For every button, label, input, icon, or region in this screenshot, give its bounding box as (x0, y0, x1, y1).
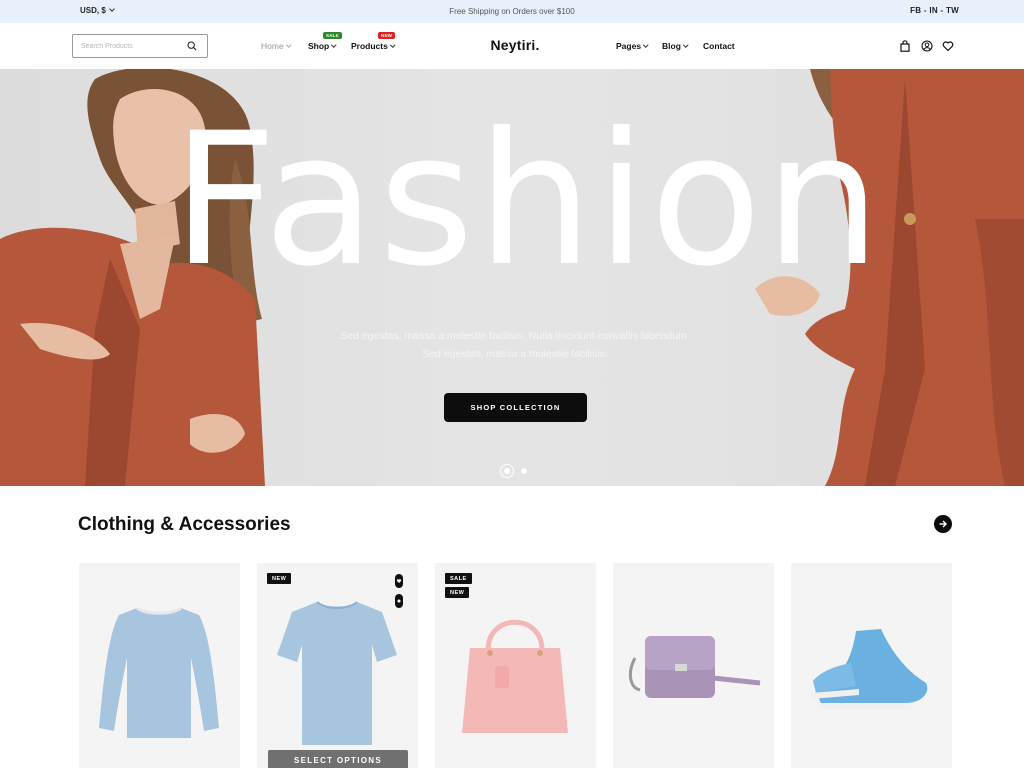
wishlist-button[interactable] (395, 574, 403, 588)
chevron-down-icon (643, 42, 649, 47)
select-options-button[interactable]: SELECT OPTIONS (268, 750, 408, 768)
pink-handbag-image (462, 619, 568, 733)
purple-crossbody-bag-image (628, 636, 761, 698)
sale-badge: SALE (445, 573, 472, 584)
product-card[interactable]: NEW SELECT OPTIONS (257, 563, 418, 768)
slider-dot-active-inner (504, 468, 510, 474)
blue-sneakers-image (811, 629, 928, 709)
heart-icon (396, 579, 402, 583)
shipping-notice: Free Shipping on Orders over $100 (449, 7, 575, 16)
product-card[interactable] (79, 563, 240, 768)
section-title: Clothing & Accessories (78, 514, 291, 535)
user-icon[interactable] (921, 40, 933, 52)
site-logo[interactable]: Neytiri. (0, 37, 1024, 53)
site-header: Home SALE Shop NEW Products Neytiri. Pag… (0, 23, 1024, 69)
chevron-down-icon (683, 42, 689, 47)
slider-dot[interactable] (521, 468, 527, 474)
hero-title: Fashion (172, 94, 884, 307)
nav-contact-label: Contact (703, 41, 735, 51)
long-sleeve-shirt-image (99, 606, 219, 738)
heart-icon[interactable] (942, 40, 954, 52)
hero-subtitle-line1: Sed egestas, massa a molestie facilisis.… (340, 330, 690, 342)
t-shirt-image (277, 601, 397, 745)
nav-pages-label: Pages (616, 41, 642, 51)
new-badge: NEW (445, 587, 470, 598)
new-badge: NEW (267, 573, 292, 584)
top-announcement-bar: USD, $ Free Shipping on Orders over $100… (0, 0, 1024, 23)
product-card[interactable] (613, 563, 774, 768)
nav-contact[interactable]: Contact (703, 41, 735, 51)
hero-subtitle-line2: Sed egestas, massa a molestie facilisis. (422, 348, 608, 360)
nav-blog-label: Blog (662, 41, 681, 51)
shop-collection-button[interactable]: SHOP COLLECTION (444, 393, 587, 422)
nav-pages[interactable]: Pages (616, 41, 649, 51)
arrow-right-icon (939, 520, 947, 528)
bag-icon[interactable] (899, 40, 911, 52)
product-card[interactable] (791, 563, 952, 768)
social-links[interactable]: FB - IN - TW (910, 6, 959, 15)
next-arrow-button[interactable] (934, 515, 952, 533)
hero-subtitle: Sed egestas, massa a molestie facilisis.… (0, 327, 1024, 363)
hero-banner: Fashion Sed egestas, massa a molestie fa… (0, 69, 1024, 486)
product-card[interactable]: SALE NEW (435, 563, 596, 768)
nav-blog[interactable]: Blog (662, 41, 689, 51)
